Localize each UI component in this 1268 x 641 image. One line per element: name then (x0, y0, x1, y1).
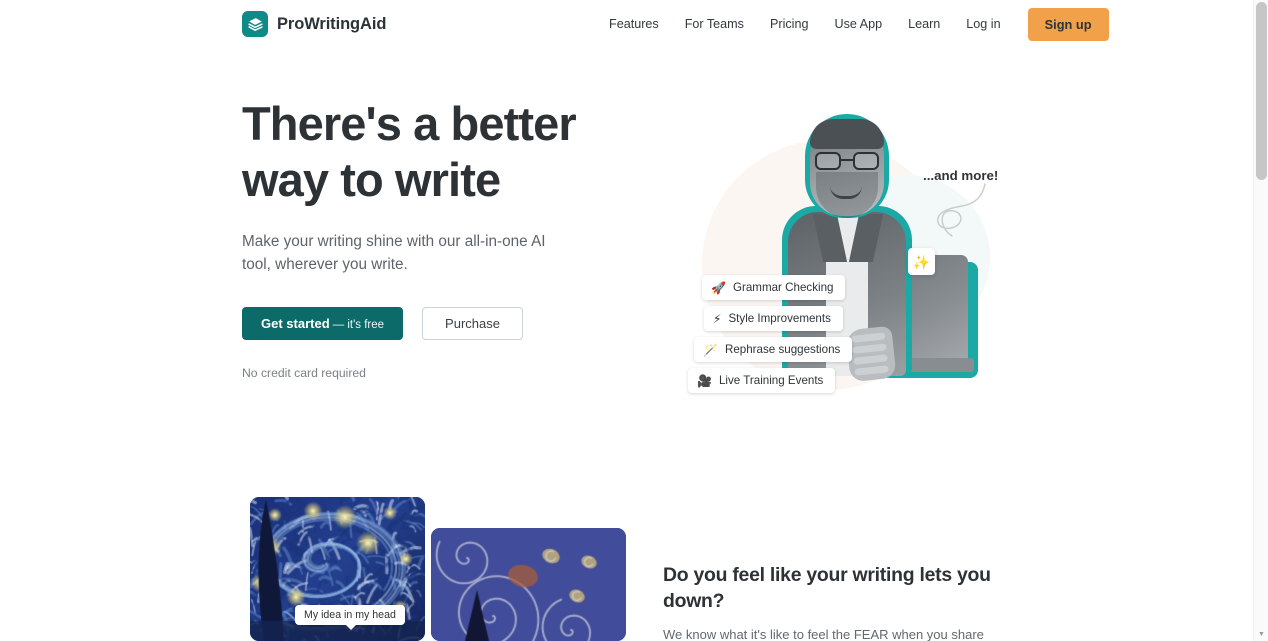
writing-lets-you-down-section: My idea in my head Do you feel like your… (0, 497, 1253, 641)
film-camera-icon: 🎥 (697, 373, 712, 388)
feature-chip-live-training-events[interactable]: 🎥 Live Training Events (688, 368, 836, 393)
finger-3 (853, 354, 888, 365)
prowritingaid-logo-icon (242, 11, 268, 37)
nav-item-log-in[interactable]: Log in (953, 0, 1013, 48)
hero-title-line-1: There's a better (242, 97, 577, 150)
person-hand (845, 325, 897, 383)
glasses-bridge (841, 159, 853, 162)
brand-name: ProWritingAid (277, 14, 387, 33)
nav-item-use-app[interactable]: Use App (821, 0, 895, 48)
hero-title-line-2: way to write (242, 153, 501, 206)
hero-title: There's a better way to write (242, 96, 642, 208)
get-started-sublabel: — it's free (332, 319, 385, 331)
section2-body: We know what it's like to feel the FEAR … (663, 627, 984, 641)
and-more-annotation: ...and more! (923, 168, 999, 183)
scroll-down-arrow-icon[interactable]: ▼ (1254, 627, 1268, 641)
page-scrollbar[interactable]: ▲ ▼ (1253, 0, 1268, 641)
hero-subtitle: Make your writing shine with our all-in-… (242, 233, 546, 273)
hero-illustration: ✨ ...and more! 🚀 Grammar Checking ⚡ Styl… (660, 100, 1020, 430)
nav-item-for-teams[interactable]: For Teams (672, 0, 757, 48)
feature-chip-list: 🚀 Grammar Checking ⚡ Style Improvements … (688, 275, 853, 393)
feature-chip-grammar-checking[interactable]: 🚀 Grammar Checking (702, 275, 846, 300)
no-credit-card-note: No credit card required (242, 366, 366, 380)
finger-1 (851, 332, 886, 343)
page-content: ProWritingAid Features For Teams Pricing… (0, 0, 1253, 641)
hero-copy: There's a better way to write Make your … (242, 96, 642, 380)
browser-viewport: ProWritingAid Features For Teams Pricing… (0, 0, 1268, 641)
feature-chip-label: Style Improvements (728, 312, 831, 325)
scrollbar-thumb[interactable] (1256, 2, 1267, 180)
amateur-painting-canvas (431, 528, 626, 641)
finger-4 (854, 365, 890, 376)
nav-item-pricing[interactable]: Pricing (757, 0, 822, 48)
feature-chip-label: Grammar Checking (732, 281, 834, 294)
nav-item-learn[interactable]: Learn (895, 0, 953, 48)
person-hair (810, 119, 884, 149)
glasses-lens-left (815, 152, 841, 170)
finger-2 (852, 343, 887, 354)
amateur-painting-image (431, 528, 626, 641)
sparkles-icon: ✨ (908, 248, 935, 275)
comparison-images: My idea in my head (250, 497, 626, 641)
rocket-icon: 🚀 (711, 280, 726, 295)
starry-night-image: My idea in my head (250, 497, 425, 641)
hero-cta-group: Get started — it's free Purchase (242, 307, 642, 340)
lightning-icon: ⚡ (713, 311, 722, 326)
purchase-button[interactable]: Purchase (422, 307, 523, 340)
feature-chip-label: Rephrase suggestions (724, 343, 841, 356)
site-header: ProWritingAid Features For Teams Pricing… (0, 0, 1253, 48)
feature-chip-rephrase-suggestions[interactable]: 🪄 Rephrase suggestions (694, 337, 853, 362)
squiggle-arrow-icon (937, 183, 986, 237)
glasses-icon (815, 152, 879, 170)
feature-chip-style-improvements[interactable]: ⚡ Style Improvements (704, 306, 843, 331)
idea-in-my-head-caption: My idea in my head (295, 605, 405, 630)
get-started-label: Get started (261, 316, 330, 331)
sign-up-button[interactable]: Sign up (1027, 7, 1109, 41)
get-started-button[interactable]: Get started — it's free (242, 307, 404, 340)
section2-title: Do you feel like your writing lets you d… (663, 564, 991, 612)
brand-logo-link[interactable]: ProWritingAid (242, 11, 386, 37)
magic-wand-icon: 🪄 (703, 342, 718, 357)
section2-copy: Do you feel like your writing lets you d… (663, 562, 1019, 641)
main-navigation: Features For Teams Pricing Use App Learn… (596, 0, 1109, 48)
glasses-lens-right (853, 152, 879, 170)
feature-chip-label: Live Training Events (718, 374, 824, 387)
nav-item-features[interactable]: Features (596, 0, 672, 48)
